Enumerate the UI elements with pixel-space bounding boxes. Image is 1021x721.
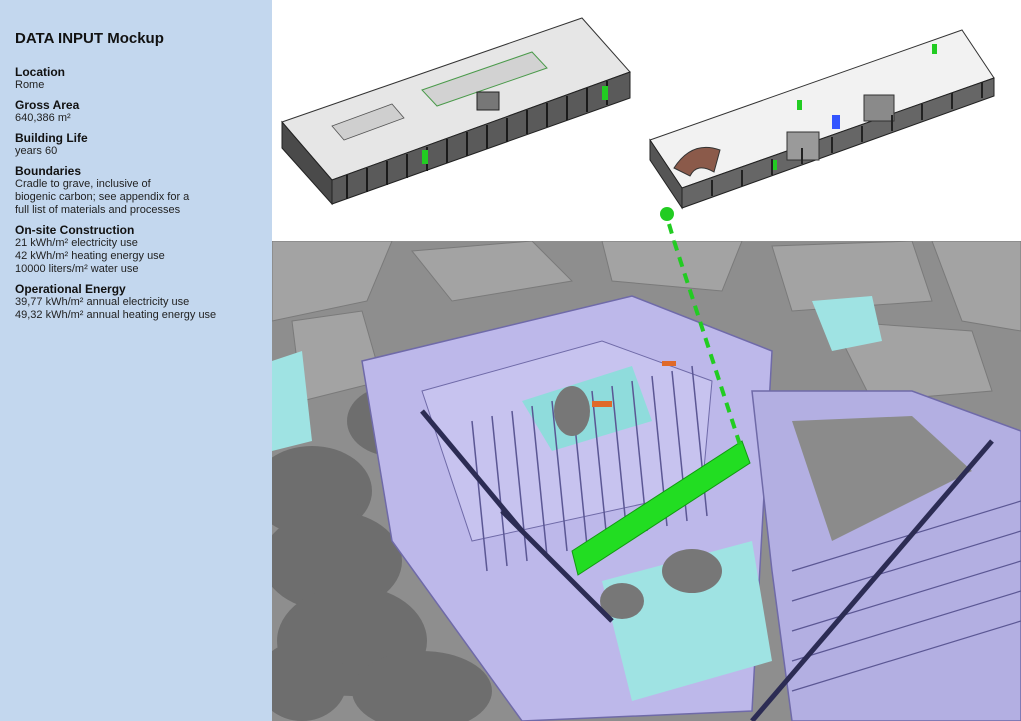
site-render-svg: [272, 241, 1021, 721]
field-building-life: Building Life years 60: [15, 131, 272, 158]
field-label: Building Life: [15, 131, 88, 145]
field-boundaries: Boundaries Cradle to grave, inclusive of…: [15, 164, 272, 217]
east-building: [750, 390, 1021, 721]
field-value: 49,32 kWh/m² annual heating energy use: [15, 309, 217, 321]
info-panel: DATA INPUT Mockup Location Rome Gross Ar…: [0, 0, 272, 721]
field-value: 10000 liters/m² water use: [15, 263, 139, 275]
connector-line-top: [667, 223, 676, 241]
field-value: 42 kWh/m² heating energy use: [15, 250, 165, 262]
volume-model: [281, 17, 631, 206]
field-label: On-site Construction: [15, 223, 135, 237]
field-label: Location: [15, 65, 65, 79]
field-onsite-construction: On-site Construction 21 kWh/m² electrici…: [15, 223, 272, 276]
field-label: Gross Area: [15, 98, 80, 112]
field-operational-energy: Operational Energy 39,77 kWh/m² annual e…: [15, 282, 272, 322]
field-value: Rome: [15, 79, 45, 91]
panel-title: DATA INPUT Mockup: [15, 30, 164, 47]
bim-models-svg: [281, 17, 995, 241]
field-value: biogenic carbon; see appendix for a: [15, 191, 190, 203]
section-model: [649, 29, 995, 210]
field-value: full list of materials and processes: [15, 204, 181, 216]
field-value: Cradle to grave, inclusive of: [15, 178, 151, 190]
field-location: Location Rome: [15, 65, 272, 92]
field-value: 21 kWh/m² electricity use: [15, 237, 138, 249]
field-value: years 60: [15, 145, 58, 157]
field-label: Boundaries: [15, 164, 82, 178]
field-value: 640,386 m²: [15, 112, 71, 124]
connector-dot: [660, 207, 674, 221]
field-value: 39,77 kWh/m² annual electricity use: [15, 296, 190, 308]
field-label: Operational Energy: [15, 282, 126, 296]
field-gross-area: Gross Area 640,386 m²: [15, 98, 272, 125]
site-3d-render: [272, 241, 1021, 721]
bim-model-views: [272, 0, 1021, 241]
